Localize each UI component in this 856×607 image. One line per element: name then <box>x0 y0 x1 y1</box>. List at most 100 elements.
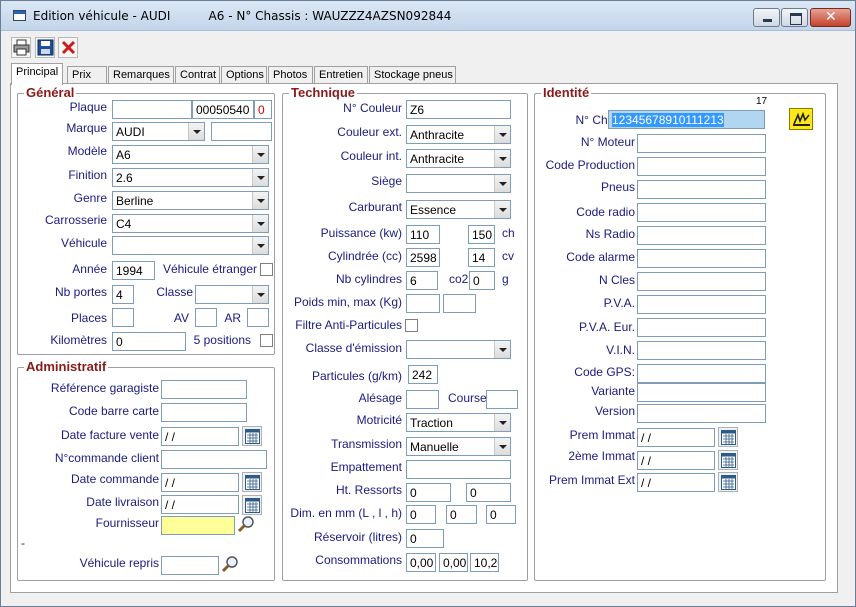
tab-principal[interactable]: Principal <box>11 63 63 85</box>
siege-select[interactable] <box>406 174 511 193</box>
modele-select[interactable]: A6 <box>112 145 269 164</box>
cv-field[interactable]: 14 <box>468 248 495 267</box>
cylindree-field[interactable]: 2598 <box>406 248 440 267</box>
empattement-field[interactable] <box>406 460 511 479</box>
particules-field[interactable]: 242 <box>408 365 438 384</box>
marque-select[interactable]: AUDI <box>112 122 205 141</box>
date-commande-field[interactable]: / / <box>161 473 239 492</box>
no-couleur-field[interactable]: Z6 <box>406 100 511 119</box>
n-cles-field[interactable] <box>637 272 766 291</box>
ref-garagiste-field[interactable] <box>161 380 247 399</box>
vehicule-repris-field[interactable] <box>161 556 219 575</box>
prem-immat-ext-field[interactable]: / / <box>637 473 715 492</box>
transmission-select[interactable]: Manuelle <box>406 437 511 456</box>
pneus-field[interactable] <box>637 180 766 199</box>
puissance-ch-field[interactable]: 150 <box>468 225 495 244</box>
course-field[interactable] <box>486 390 518 409</box>
prem-immat-ext-calendar-button[interactable] <box>718 472 738 492</box>
tab-prix[interactable]: Prix <box>67 66 107 84</box>
tab-entretien[interactable]: Entretien <box>314 66 368 84</box>
ressorts-2-field[interactable]: 0 <box>466 483 511 502</box>
filtre-checkbox[interactable] <box>405 319 418 332</box>
code-barre-field[interactable] <box>161 403 247 422</box>
maximize-button[interactable] <box>781 8 808 27</box>
version-field[interactable] <box>637 404 766 423</box>
code-gps-field[interactable] <box>637 364 766 383</box>
cancel-button[interactable] <box>58 37 78 58</box>
vehicule-select[interactable] <box>112 236 269 255</box>
emission-select[interactable] <box>406 340 511 359</box>
deuxieme-immat-field[interactable]: / / <box>637 451 715 470</box>
dim-width-field[interactable]: 0 <box>446 505 477 524</box>
places-field[interactable] <box>112 308 134 327</box>
tab-photos[interactable]: Photos <box>268 66 313 84</box>
marque-extra-field[interactable] <box>211 122 272 141</box>
kilometres-field[interactable]: 0 <box>112 332 186 351</box>
ns-radio-label: Ns Radio <box>585 227 635 241</box>
carrosserie-select[interactable]: C4 <box>112 214 269 233</box>
ar-field[interactable] <box>247 308 269 327</box>
chassis-field[interactable]: 12345678910111213 <box>608 110 765 129</box>
date-livraison-calendar-button[interactable] <box>242 495 262 515</box>
fournisseur-label: Fournisseur <box>95 516 159 530</box>
conso-2-field[interactable]: 0,00 <box>439 553 468 572</box>
etranger-checkbox[interactable] <box>260 263 273 276</box>
motricite-select[interactable]: Traction <box>406 413 511 432</box>
print-button[interactable] <box>11 37 31 58</box>
vehicule-repris-search-button[interactable] <box>221 555 239 573</box>
commande-client-field[interactable] <box>161 450 267 469</box>
pva-field[interactable] <box>637 295 766 314</box>
fournisseur-field[interactable] <box>161 516 235 535</box>
date-commande-calendar-button[interactable] <box>242 472 262 492</box>
tab-remarques[interactable]: Remarques <box>108 66 174 84</box>
tab-contrat[interactable]: Contrat <box>175 66 220 84</box>
poids-min-field[interactable] <box>406 294 440 313</box>
plaque-flag-field[interactable]: 0 <box>254 100 272 119</box>
fournisseur-search-button[interactable] <box>237 515 255 533</box>
poids-max-field[interactable] <box>443 294 476 313</box>
plaque-field[interactable] <box>112 100 192 119</box>
prem-immat-calendar-button[interactable] <box>718 427 738 447</box>
minimize-button[interactable] <box>753 8 780 27</box>
co2-field[interactable]: 0 <box>469 271 495 290</box>
couleur-int-select[interactable]: Anthracite <box>406 149 511 168</box>
nb-portes-field[interactable]: 4 <box>112 285 134 304</box>
plaque-number-field[interactable]: 00050540 <box>192 100 254 119</box>
prem-immat-field[interactable]: / / <box>637 428 715 447</box>
code-radio-field[interactable] <box>637 203 766 222</box>
vin-decode-button[interactable] <box>789 108 813 130</box>
conso-3-field[interactable]: 10,20 <box>470 553 499 572</box>
classe-select[interactable] <box>195 285 269 304</box>
finition-select[interactable]: 2.6 <box>112 168 269 187</box>
ressorts-1-field[interactable]: 0 <box>406 483 451 502</box>
code-alarme-field[interactable] <box>637 249 766 268</box>
date-facture-calendar-button[interactable] <box>242 426 262 446</box>
title-bar[interactable]: Edition véhicule - AUDI A6 - N° Chassis … <box>1 1 855 31</box>
pva-eur-field[interactable] <box>637 318 766 337</box>
ns-radio-field[interactable] <box>637 226 766 245</box>
dim-height-field[interactable]: 0 <box>486 505 516 524</box>
dim-length-field[interactable]: 0 <box>406 505 436 524</box>
close-window-button[interactable]: ✕ <box>810 8 851 27</box>
reservoir-field[interactable]: 0 <box>406 529 444 548</box>
alesage-field[interactable] <box>406 390 439 409</box>
date-facture-field[interactable]: / / <box>161 427 239 446</box>
av-field[interactable] <box>195 308 217 327</box>
vin-field[interactable] <box>637 341 766 360</box>
tab-options[interactable]: Options <box>221 66 267 84</box>
positions-checkbox[interactable] <box>260 334 273 347</box>
deuxieme-immat-calendar-button[interactable] <box>718 450 738 470</box>
save-button[interactable] <box>35 37 55 58</box>
annee-field[interactable]: 1994 <box>112 261 155 280</box>
code-production-field[interactable] <box>637 157 766 176</box>
carburant-select[interactable]: Essence <box>406 200 511 219</box>
couleur-ext-select[interactable]: Anthracite <box>406 125 511 144</box>
conso-1-field[interactable]: 0,00 <box>406 553 436 572</box>
tab-stockage-pneus[interactable]: Stockage pneus <box>369 66 456 84</box>
genre-select[interactable]: Berline <box>112 191 269 210</box>
variante-field[interactable] <box>637 383 766 402</box>
date-livraison-field[interactable]: / / <box>161 495 239 514</box>
puissance-kw-field[interactable]: 110 <box>406 225 440 244</box>
moteur-field[interactable] <box>637 134 766 153</box>
nb-cylindres-field[interactable]: 6 <box>406 271 438 290</box>
